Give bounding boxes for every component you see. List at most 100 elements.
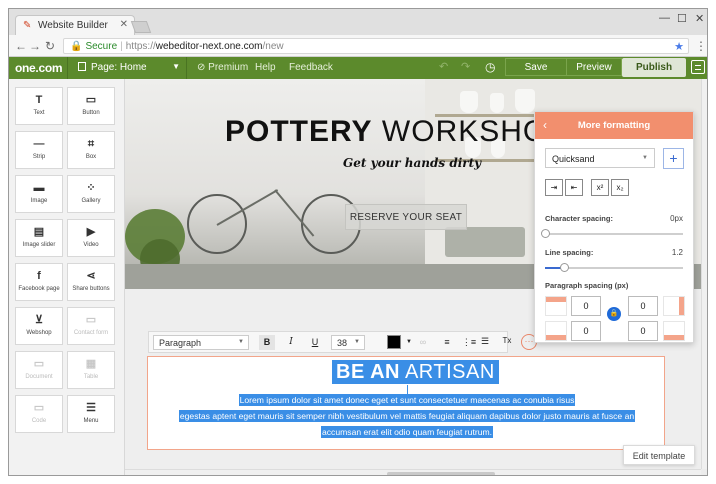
maximize-icon[interactable]: ☐ (677, 12, 687, 25)
bookmark-star-icon[interactable]: ★ (674, 40, 684, 53)
widget-table[interactable]: ▦ Table (67, 351, 115, 389)
widget-image[interactable]: ▬ Image (15, 175, 63, 213)
new-tab-button[interactable] (130, 21, 152, 33)
forward-icon[interactable]: → (29, 39, 41, 53)
paragraph-line[interactable]: Lorem ipsum dolor sit amet donec eget et… (148, 394, 666, 406)
align-center-icon[interactable]: ≡ (439, 335, 455, 350)
table-icon: ▦ (85, 358, 97, 370)
bullet-list-icon[interactable]: ☰ (477, 334, 493, 349)
document-icon: ▭ (33, 358, 45, 370)
indent-increase-icon[interactable]: ⇥ (545, 179, 563, 196)
gallery-icon: ⁘ (86, 182, 96, 194)
strip-icon: — (33, 138, 45, 150)
widget-menu[interactable]: ☰ Menu (67, 395, 115, 433)
paragraph-line[interactable]: accumsan erat elit odio quam feugiat rut… (148, 426, 666, 438)
help-link[interactable]: Help (255, 62, 276, 73)
widget-image-slider[interactable]: ▤ Image slider (15, 219, 63, 257)
superscript-button[interactable]: x² (591, 179, 609, 196)
widget-label: Image slider (22, 242, 56, 248)
widget-gallery[interactable]: ⁘ Gallery (67, 175, 115, 213)
slider-knob[interactable] (541, 229, 550, 238)
widget-code[interactable]: ▭ Code (15, 395, 63, 433)
indent-decrease-icon[interactable]: ⇤ (565, 179, 583, 196)
paragraph-line[interactable]: egestas aptent eget mauris sit semper ni… (148, 410, 666, 422)
hero-subtitle[interactable]: Get your hands dirty (343, 156, 481, 170)
facebook-icon: f (37, 270, 41, 282)
line-spacing-label: Line spacing: (545, 248, 594, 257)
premium-label: Premium (208, 62, 249, 73)
widget-label: Video (83, 242, 99, 248)
add-font-button[interactable]: + (663, 148, 684, 169)
widget-label: Menu (83, 418, 99, 424)
hero-title[interactable]: POTTERY WORKSHOP (225, 115, 568, 149)
slider-knob[interactable] (560, 263, 570, 272)
line-spacing-slider[interactable] (545, 263, 683, 272)
feedback-link[interactable]: Feedback (289, 62, 333, 73)
url-field[interactable]: 🔒 Secure | https://webeditor-next.one.com/n… (63, 38, 689, 54)
paragraph-line-text: egestas aptent eget mauris sit semper ni… (178, 410, 636, 422)
widget-button[interactable]: ▭ Button (67, 87, 115, 125)
lock-spacing-icon[interactable]: 🔒 (607, 307, 621, 321)
image-icon: ▬ (33, 182, 45, 194)
widget-text[interactable]: T Text (15, 87, 63, 125)
spacing-top-input[interactable]: 0 (571, 296, 601, 316)
hero-title-bold: POTTERY (225, 115, 373, 148)
text-format-toolbar: Paragraph ▼ B I U 38 ▼ ▼ ∞ ≡ ⋮≡ (148, 331, 508, 353)
subscript-button[interactable]: x₂ (611, 179, 629, 196)
spacing-right-icon (663, 296, 685, 316)
back-icon[interactable]: ← (15, 39, 27, 53)
text-heading[interactable]: BE AN ARTISAN (332, 360, 499, 384)
font-size-select[interactable]: 38 ▼ (331, 335, 365, 350)
browser-tab[interactable]: ✎ Website Builder ✕ (15, 15, 135, 35)
font-family-select[interactable]: Quicksand ▼ (545, 148, 655, 168)
widget-share-buttons[interactable]: ⋖ Share buttons (67, 263, 115, 301)
widget-document[interactable]: ▭ Document (15, 351, 63, 389)
premium-link[interactable]: ⊘ Premium (197, 62, 248, 73)
clear-format-button[interactable]: Tx (499, 334, 515, 349)
vertical-scrollbar[interactable] (701, 79, 707, 469)
reserve-seat-button[interactable]: RESERVE YOUR SEAT (345, 204, 467, 230)
widget-video[interactable]: ▶ Video (67, 219, 115, 257)
save-button[interactable]: Save (505, 58, 567, 76)
spacing-bottom-input[interactable]: 0 (571, 321, 601, 341)
widget-facebook-page[interactable]: f Facebook page (15, 263, 63, 301)
preview-button[interactable]: Preview (566, 58, 622, 76)
publish-button[interactable]: Publish (622, 58, 686, 77)
minimize-icon[interactable]: — (659, 12, 670, 24)
scrollbar-thumb[interactable] (387, 472, 495, 475)
italic-button[interactable]: I (283, 335, 299, 350)
spacing-right-bottom-input[interactable]: 0 (628, 321, 658, 341)
spacing-right-top-input[interactable]: 0 (628, 296, 658, 316)
back-arrow-icon[interactable]: ‹ (543, 118, 547, 132)
paragraph-line-text: Lorem ipsum dolor sit amet donec eget et… (238, 394, 576, 406)
reload-icon[interactable]: ↻ (45, 39, 55, 53)
widget-label: Gallery (81, 198, 101, 204)
bold-button[interactable]: B (259, 335, 275, 350)
hamburger-menu-icon[interactable] (691, 60, 705, 74)
paragraph-style-select[interactable]: Paragraph ▼ (153, 335, 249, 350)
close-window-icon[interactable]: ✕ (695, 12, 704, 25)
widget-webshop[interactable]: ⊻ Webshop (15, 307, 63, 345)
text-block[interactable]: BE AN ARTISAN Lorem ipsum dolor sit amet… (147, 356, 665, 450)
spacing-bottom-right-icon (663, 321, 685, 341)
widget-box[interactable]: ⌗ Box (67, 131, 115, 169)
edit-template-button[interactable]: Edit template (623, 445, 695, 465)
pen-icon: ✎ (23, 20, 32, 31)
text-color-swatch[interactable] (387, 335, 401, 349)
link-icon[interactable]: ∞ (415, 335, 431, 350)
horizontal-scrollbar[interactable] (125, 469, 701, 475)
undo-icon[interactable]: ↶ (439, 60, 448, 73)
page-selector[interactable]: Page: Home ▼ (67, 57, 187, 79)
widget-label: Strip (32, 154, 46, 160)
widget-contact-form[interactable]: ▭ Contact form (67, 307, 115, 345)
close-tab-icon[interactable]: ✕ (120, 19, 128, 30)
numbered-list-icon[interactable]: ⋮≡ (461, 335, 477, 350)
widget-label: Share buttons (72, 286, 110, 292)
character-spacing-value: 0px (670, 214, 683, 223)
underline-button[interactable]: U (307, 335, 323, 350)
history-icon[interactable]: ◷ (485, 60, 495, 74)
browser-menu-icon[interactable]: ⋮ (695, 39, 707, 53)
redo-icon[interactable]: ↷ (461, 60, 470, 73)
character-spacing-slider[interactable] (541, 229, 683, 238)
widget-strip[interactable]: — Strip (15, 131, 63, 169)
